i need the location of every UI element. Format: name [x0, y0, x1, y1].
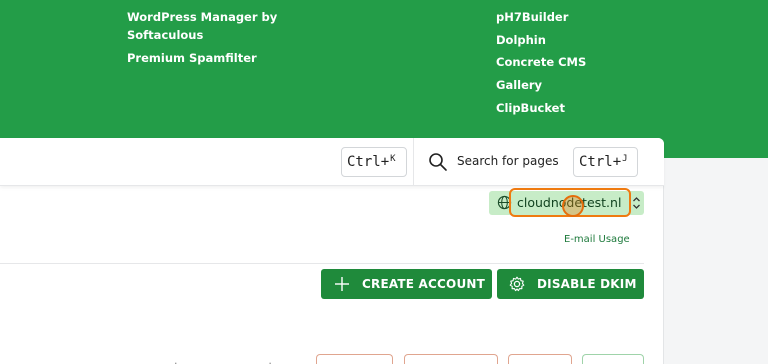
cursor-indicator — [562, 195, 584, 217]
shortcut-ctrl-j-letter: J — [622, 154, 628, 164]
app-links-banner: WordPress Manager by Softaculous Premium… — [0, 0, 768, 158]
shortcut-ctrl-j: Ctrl+ J — [573, 147, 638, 177]
pagination-dots: · · — [174, 357, 272, 364]
link-dolphin[interactable]: Dolphin — [496, 31, 546, 49]
main-panel: Ctrl+ K Search for pages Ctrl+ J cloudnode… — [0, 138, 664, 364]
link-wordpress-manager-cont[interactable]: Softaculous — [127, 26, 203, 44]
row-action-button[interactable] — [316, 354, 393, 364]
create-account-label: CREATE ACCOUNT — [362, 277, 486, 291]
link-wordpress-manager[interactable]: WordPress Manager by — [127, 8, 277, 26]
row-action-button[interactable] — [508, 354, 572, 364]
link-premium-spamfilter[interactable]: Premium Spamfilter — [127, 49, 257, 67]
plus-icon — [335, 277, 349, 291]
shortcut-ctrl-k-letter: K — [390, 154, 396, 164]
email-usage-link[interactable]: E-mail Usage — [564, 234, 630, 245]
row-action-button[interactable] — [404, 354, 498, 364]
row-action-button[interactable] — [582, 354, 644, 364]
link-ph7builder[interactable]: pH7Builder — [496, 8, 568, 26]
link-clipbucket[interactable]: ClipBucket — [496, 99, 565, 117]
shortcut-ctrl-k-key: Ctrl+ — [347, 154, 390, 170]
link-gallery[interactable]: Gallery — [496, 76, 542, 94]
divider — [0, 263, 644, 264]
chevron-up-down-icon[interactable] — [632, 196, 641, 210]
top-search-bar: Ctrl+ K Search for pages Ctrl+ J — [0, 138, 664, 186]
search-pages-input[interactable]: Search for pages — [457, 154, 559, 168]
create-account-button[interactable]: CREATE ACCOUNT — [321, 269, 492, 299]
disable-dkim-button[interactable]: DISABLE DKIM — [497, 269, 644, 299]
link-concrete-cms[interactable]: Concrete CMS — [496, 53, 586, 71]
shortcut-ctrl-j-key: Ctrl+ — [579, 154, 622, 170]
shortcut-ctrl-k: Ctrl+ K — [341, 147, 407, 177]
disable-dkim-label: DISABLE DKIM — [537, 277, 637, 291]
search-divider — [413, 138, 414, 186]
search-icon[interactable] — [428, 152, 448, 172]
gear-icon — [509, 276, 525, 292]
